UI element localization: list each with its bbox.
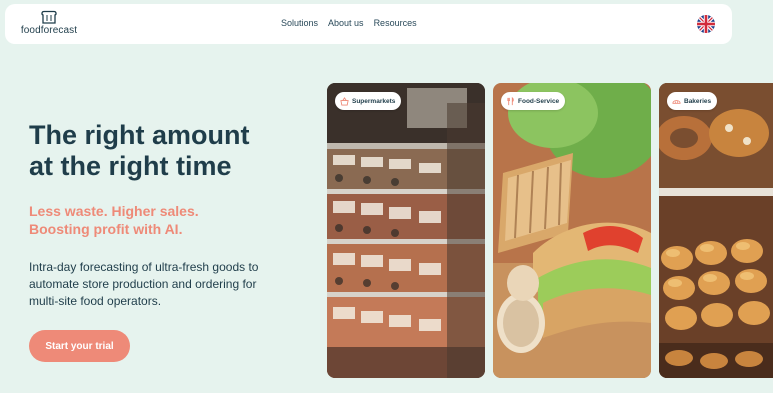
bread-icon [672, 99, 681, 104]
hero-title-line: The right amount [29, 120, 250, 150]
hero-description: Intra-day forecasting of ultra-fresh goo… [29, 259, 299, 310]
start-trial-button[interactable]: Start your trial [29, 330, 130, 362]
hero-title-line: at the right time [29, 151, 232, 181]
nav-solutions[interactable]: Solutions [281, 18, 318, 28]
nav-resources[interactable]: Resources [374, 18, 417, 28]
language-switcher[interactable] [697, 15, 715, 33]
food-service-card[interactable]: Food-Service [493, 83, 651, 378]
supermarket-shelf-image [327, 83, 485, 378]
brand-name: foodforecast [20, 25, 78, 36]
nav-about-us[interactable]: About us [328, 18, 364, 28]
sandwich-image [493, 83, 651, 378]
food-service-tag: Food-Service [501, 92, 566, 110]
supermarkets-tag: Supermarkets [335, 92, 402, 110]
hero-title: The right amount at the right time [29, 120, 319, 182]
bread-toast-icon [41, 10, 57, 24]
brand-logo[interactable]: foodforecast [17, 10, 81, 40]
supermarkets-label: Supermarkets [352, 97, 396, 105]
hero-subtitle-line: Less waste. Higher sales. [29, 203, 199, 219]
hero-description-line: Intra-day forecasting of ultra-fresh goo… [29, 260, 259, 274]
bakeries-card[interactable]: Bakeries [659, 83, 773, 378]
hero-description-line: automate store production and ordering f… [29, 277, 257, 291]
food-service-label: Food-Service [518, 97, 560, 105]
bakeries-label: Bakeries [684, 97, 712, 105]
hero-subtitle: Less waste. Higher sales. Boosting profi… [29, 202, 319, 238]
navbar: foodforecast Solutions About us Resource… [5, 4, 732, 44]
cutlery-icon [507, 96, 514, 105]
uk-flag-icon [697, 15, 715, 33]
hero-description-line: multi-site food operators. [29, 294, 162, 308]
bakeries-tag: Bakeries [667, 92, 718, 110]
hero-subtitle-line: Boosting profit with AI. [29, 221, 183, 237]
bakery-display-image [659, 83, 773, 378]
main-nav: Solutions About us Resources [281, 18, 417, 28]
supermarkets-card[interactable]: Supermarkets [327, 83, 485, 378]
basket-icon [340, 96, 349, 106]
